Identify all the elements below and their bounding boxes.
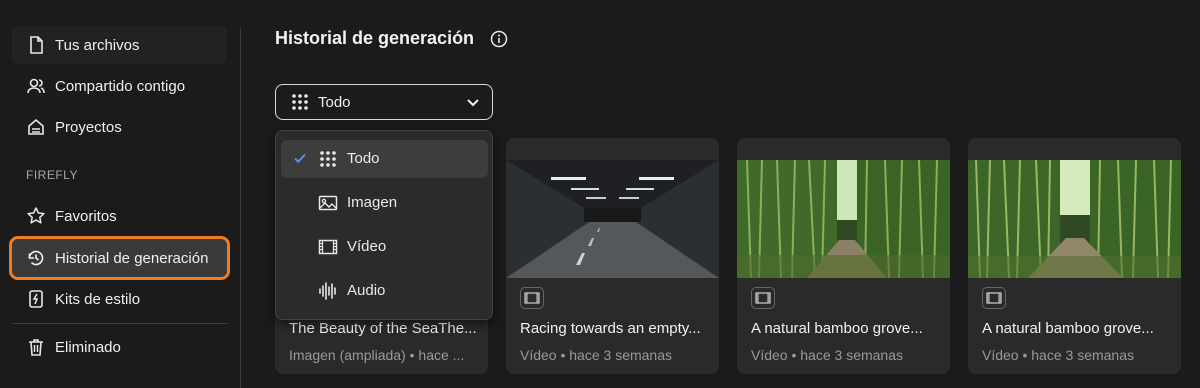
info-icon[interactable]: [490, 30, 508, 48]
card-meta: Vídeo • hace 3 semanas: [982, 347, 1134, 363]
sidebar: Tus archivos Compartido contigo Proyecto…: [0, 0, 240, 388]
checkmark-icon: [293, 151, 307, 165]
card-thumbnail: [968, 159, 1181, 279]
filter-option-imagen[interactable]: Imagen: [281, 184, 488, 222]
filter-option-label: Vídeo: [347, 238, 387, 255]
filter-selected-label: Todo: [318, 93, 351, 111]
sidebar-item-label: Tus archivos: [55, 36, 140, 54]
image-icon: [318, 193, 338, 213]
sidebar-item-eliminado[interactable]: Eliminado: [12, 328, 227, 366]
page-title: Historial de generación: [275, 28, 475, 48]
filter-option-video[interactable]: Vídeo: [281, 228, 488, 266]
users-icon: [26, 76, 46, 96]
card-title: The Beauty of the SeaThe...: [289, 320, 477, 337]
card-thumbnail: [506, 160, 719, 278]
sidebar-section-firefly: FIREFLY: [26, 168, 78, 182]
sidebar-separator: [240, 28, 241, 388]
video-icon: [520, 287, 544, 309]
history-card[interactable]: Racing towards an empty... Vídeo • hace …: [506, 138, 719, 374]
file-icon: [26, 35, 46, 55]
card-title: A natural bamboo grove...: [751, 320, 923, 337]
sidebar-item-label: Compartido contigo: [55, 77, 186, 95]
filter-dropdown-menu: Todo Imagen Vídeo Audio: [275, 130, 493, 320]
card-meta: Imagen (ampliada) • hace ...: [289, 347, 465, 363]
sidebar-item-tus-archivos[interactable]: Tus archivos: [12, 26, 227, 64]
card-title: Racing towards an empty...: [520, 320, 701, 337]
sidebar-divider: [12, 323, 227, 324]
filter-option-todo[interactable]: Todo: [281, 140, 488, 178]
sidebar-item-favoritos[interactable]: Favoritos: [12, 197, 227, 235]
style-kit-icon: [26, 289, 46, 309]
sidebar-item-label: Proyectos: [55, 118, 122, 136]
star-icon: [26, 206, 46, 226]
sidebar-item-proyectos[interactable]: Proyectos: [12, 108, 227, 146]
filter-option-label: Imagen: [347, 194, 398, 211]
sidebar-item-kits-de-estilo[interactable]: Kits de estilo: [12, 280, 227, 318]
card-title: A natural bamboo grove...: [982, 320, 1154, 337]
sidebar-item-label: Kits de estilo: [55, 290, 141, 308]
video-icon: [751, 287, 775, 309]
card-meta: Vídeo • hace 3 semanas: [751, 347, 903, 363]
audio-icon: [318, 281, 338, 301]
chevron-down-icon: [466, 95, 480, 109]
history-card[interactable]: A natural bamboo grove... Vídeo • hace 3…: [737, 138, 950, 374]
history-card[interactable]: A natural bamboo grove... Vídeo • hace 3…: [968, 138, 1181, 374]
trash-icon: [26, 337, 46, 357]
sidebar-item-label: Historial de generación: [55, 249, 209, 267]
sidebar-item-historial[interactable]: Historial de generación: [9, 236, 230, 280]
card-meta: Vídeo • hace 3 semanas: [520, 347, 672, 363]
filter-option-label: Todo: [347, 150, 380, 167]
sidebar-item-compartido[interactable]: Compartido contigo: [12, 67, 227, 105]
video-icon: [982, 287, 1006, 309]
grid-icon: [291, 93, 309, 111]
sidebar-item-label: Favoritos: [55, 207, 117, 225]
filter-option-label: Audio: [347, 282, 386, 299]
filter-option-audio[interactable]: Audio: [281, 272, 488, 310]
card-thumbnail: [737, 159, 950, 279]
projects-icon: [26, 117, 46, 137]
video-icon: [318, 237, 338, 257]
grid-icon: [318, 149, 338, 169]
filter-dropdown-button[interactable]: Todo: [275, 84, 493, 120]
sidebar-item-label: Eliminado: [55, 338, 121, 356]
history-icon: [26, 248, 46, 268]
